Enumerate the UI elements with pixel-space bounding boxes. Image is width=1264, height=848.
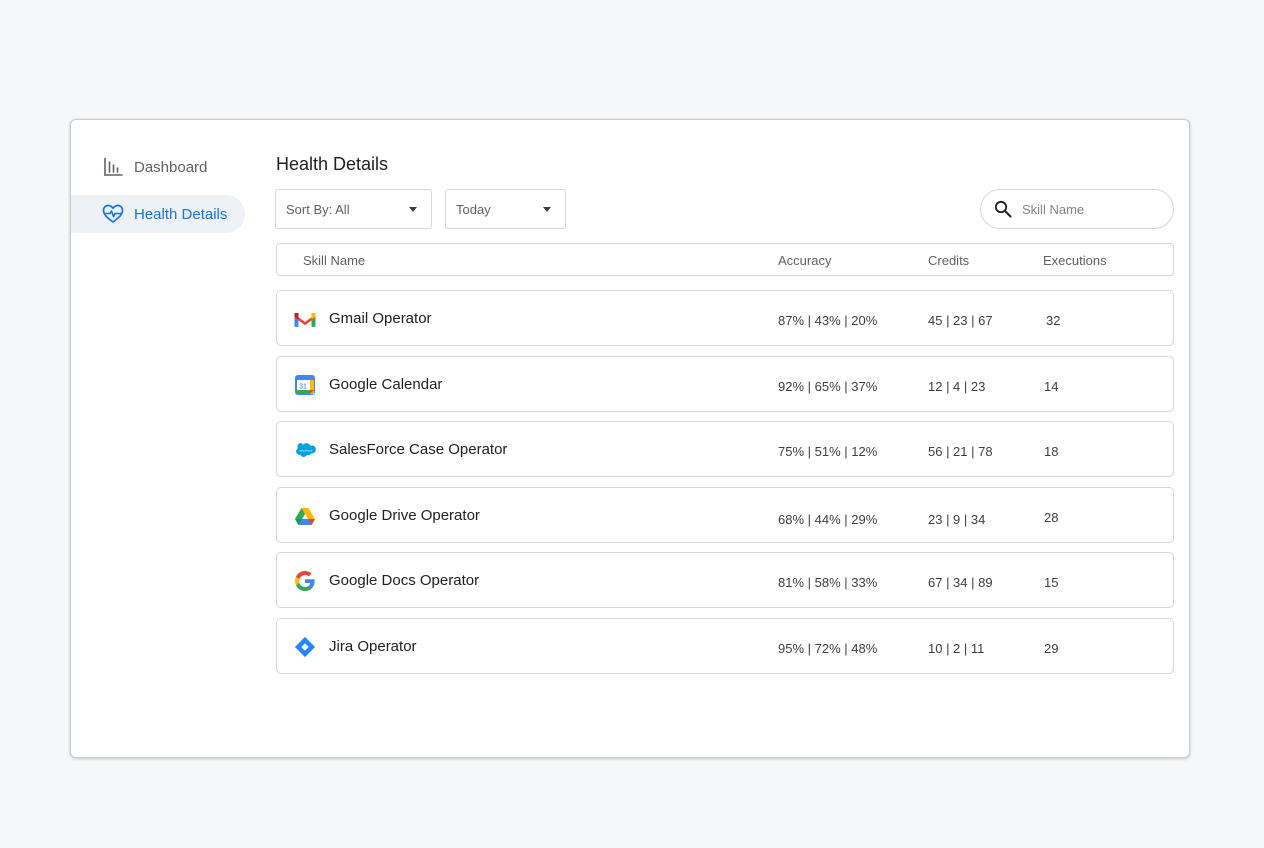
google-drive-icon <box>294 505 316 527</box>
sidebar-item-label: Dashboard <box>134 158 208 176</box>
jira-icon <box>294 636 316 658</box>
date-range-value: Today <box>456 201 491 217</box>
credits-value: 12 | 4 | 23 <box>928 379 986 394</box>
column-header-credits: Credits <box>928 253 970 268</box>
credits-value: 45 | 23 | 67 <box>928 313 993 328</box>
executions-value: 18 <box>1044 444 1059 459</box>
executions-value: 14 <box>1044 379 1059 394</box>
sort-by-value: Sort By: All <box>286 201 350 217</box>
skill-name: Google Drive Operator <box>329 507 480 524</box>
table-header: Skill Name Accuracy Credits Executions <box>276 243 1174 276</box>
sort-by-select[interactable]: Sort By: All <box>275 189 432 229</box>
table-row[interactable]: Gmail Operator 87% | 43% | 20% 45 | 23 |… <box>276 290 1174 346</box>
sidebar-item-health-details[interactable]: Health Details <box>71 195 245 233</box>
table-row[interactable]: Google Docs Operator 81% | 58% | 33% 67 … <box>276 552 1174 608</box>
column-header-skill-name: Skill Name <box>303 253 366 268</box>
sidebar-item-dashboard[interactable]: Dashboard <box>71 148 245 186</box>
column-header-executions: Executions <box>1043 253 1107 268</box>
credits-value: 67 | 34 | 89 <box>928 575 993 590</box>
skill-name: Google Docs Operator <box>329 572 480 589</box>
date-range-select[interactable]: Today <box>445 189 566 229</box>
skill-name: Gmail Operator <box>329 310 432 327</box>
accuracy-value: 75% | 51% | 12% <box>778 444 878 459</box>
credits-value: 10 | 2 | 11 <box>928 641 985 656</box>
search-input[interactable] <box>1020 200 1164 218</box>
executions-value: 29 <box>1044 641 1059 656</box>
table-row[interactable]: salesforce SalesForce Case Operator 75% … <box>276 421 1174 477</box>
table-row[interactable]: Google Drive Operator 68% | 44% | 29% 23… <box>276 487 1174 543</box>
accuracy-value: 92% | 65% | 37% <box>778 379 878 394</box>
gmail-icon <box>294 308 316 330</box>
table-row[interactable]: 31 Google Calendar 92% | 65% | 37% 12 | … <box>276 356 1174 412</box>
salesforce-icon: salesforce <box>294 439 316 461</box>
dropdown-caret-icon <box>409 207 417 212</box>
accuracy-value: 68% | 44% | 29% <box>778 512 878 527</box>
salesforce-icon-text: salesforce <box>299 448 312 452</box>
column-header-accuracy: Accuracy <box>778 253 832 268</box>
google-icon <box>294 570 316 592</box>
skill-name: Jira Operator <box>329 638 417 655</box>
search-icon <box>994 200 1012 218</box>
sidebar-item-label: Health Details <box>134 205 228 223</box>
skill-name: Google Calendar <box>329 376 443 393</box>
search-box[interactable] <box>980 189 1174 229</box>
credits-value: 56 | 21 | 78 <box>928 444 993 459</box>
app-window: Dashboard Health Details Health Details … <box>70 119 1190 758</box>
executions-value: 15 <box>1044 575 1059 590</box>
executions-value: 32 <box>1046 313 1061 328</box>
calendar-icon-day: 31 <box>299 384 307 391</box>
skill-name: SalesForce Case Operator <box>329 441 508 458</box>
table-row[interactable]: Jira Operator 95% | 72% | 48% 10 | 2 | 1… <box>276 618 1174 674</box>
accuracy-value: 87% | 43% | 20% <box>778 313 878 328</box>
heart-pulse-icon <box>102 203 124 225</box>
google-calendar-icon: 31 <box>294 374 316 396</box>
bar-chart-icon <box>102 156 124 178</box>
page-title: Health Details <box>276 154 389 174</box>
executions-value: 28 <box>1044 510 1059 525</box>
accuracy-value: 95% | 72% | 48% <box>778 641 878 656</box>
accuracy-value: 81% | 58% | 33% <box>778 575 878 590</box>
credits-value: 23 | 9 | 34 <box>928 512 986 527</box>
dropdown-caret-icon <box>543 207 551 212</box>
